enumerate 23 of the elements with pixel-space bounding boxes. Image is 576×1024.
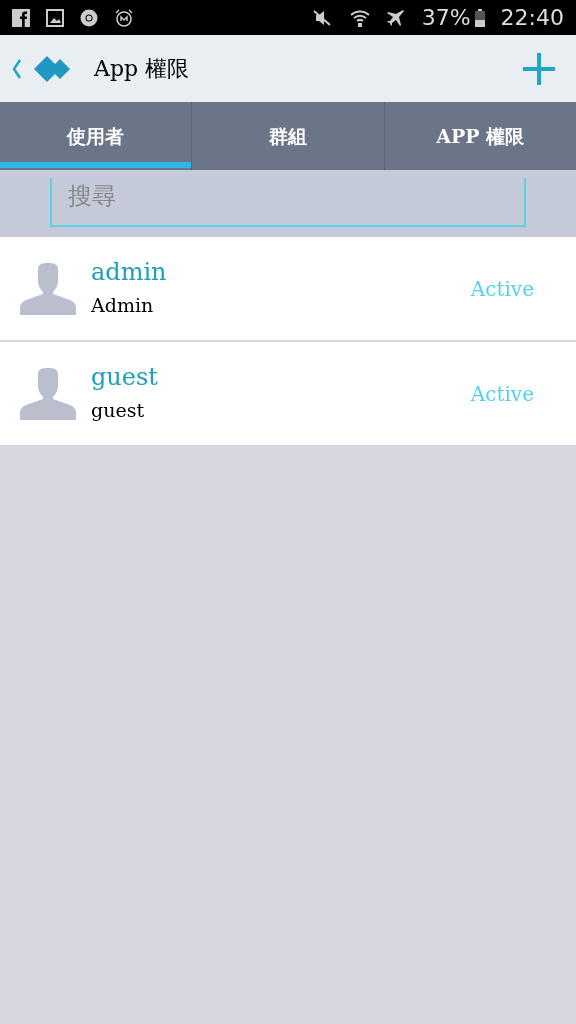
- wifi-icon: [349, 7, 370, 28]
- battery-percent: 37%: [421, 4, 471, 32]
- user-status: Active: [470, 380, 534, 408]
- alarm-icon: [114, 8, 134, 27]
- user-name: guest: [91, 362, 159, 393]
- airplane-icon: [385, 7, 406, 28]
- user-role: guest: [91, 398, 146, 424]
- user-name: admin: [91, 257, 168, 288]
- back-icon[interactable]: [12, 58, 22, 79]
- add-icon[interactable]: [522, 51, 556, 86]
- clock: 22:40: [500, 4, 564, 32]
- avatar-icon: [20, 262, 76, 315]
- facebook-icon: [12, 8, 30, 27]
- screen-title: App 權限: [94, 55, 190, 83]
- user-row[interactable]: guest guest Active: [0, 342, 576, 447]
- battery-icon: [474, 8, 485, 27]
- user-role: Admin: [91, 293, 155, 319]
- user-row[interactable]: admin Admin Active: [0, 237, 576, 342]
- search-field[interactable]: 搜尋: [50, 178, 526, 227]
- image-icon: [46, 8, 64, 27]
- user-status: Active: [470, 275, 534, 303]
- avatar-icon: [20, 367, 76, 420]
- tab[interactable]: 使用者: [0, 102, 192, 170]
